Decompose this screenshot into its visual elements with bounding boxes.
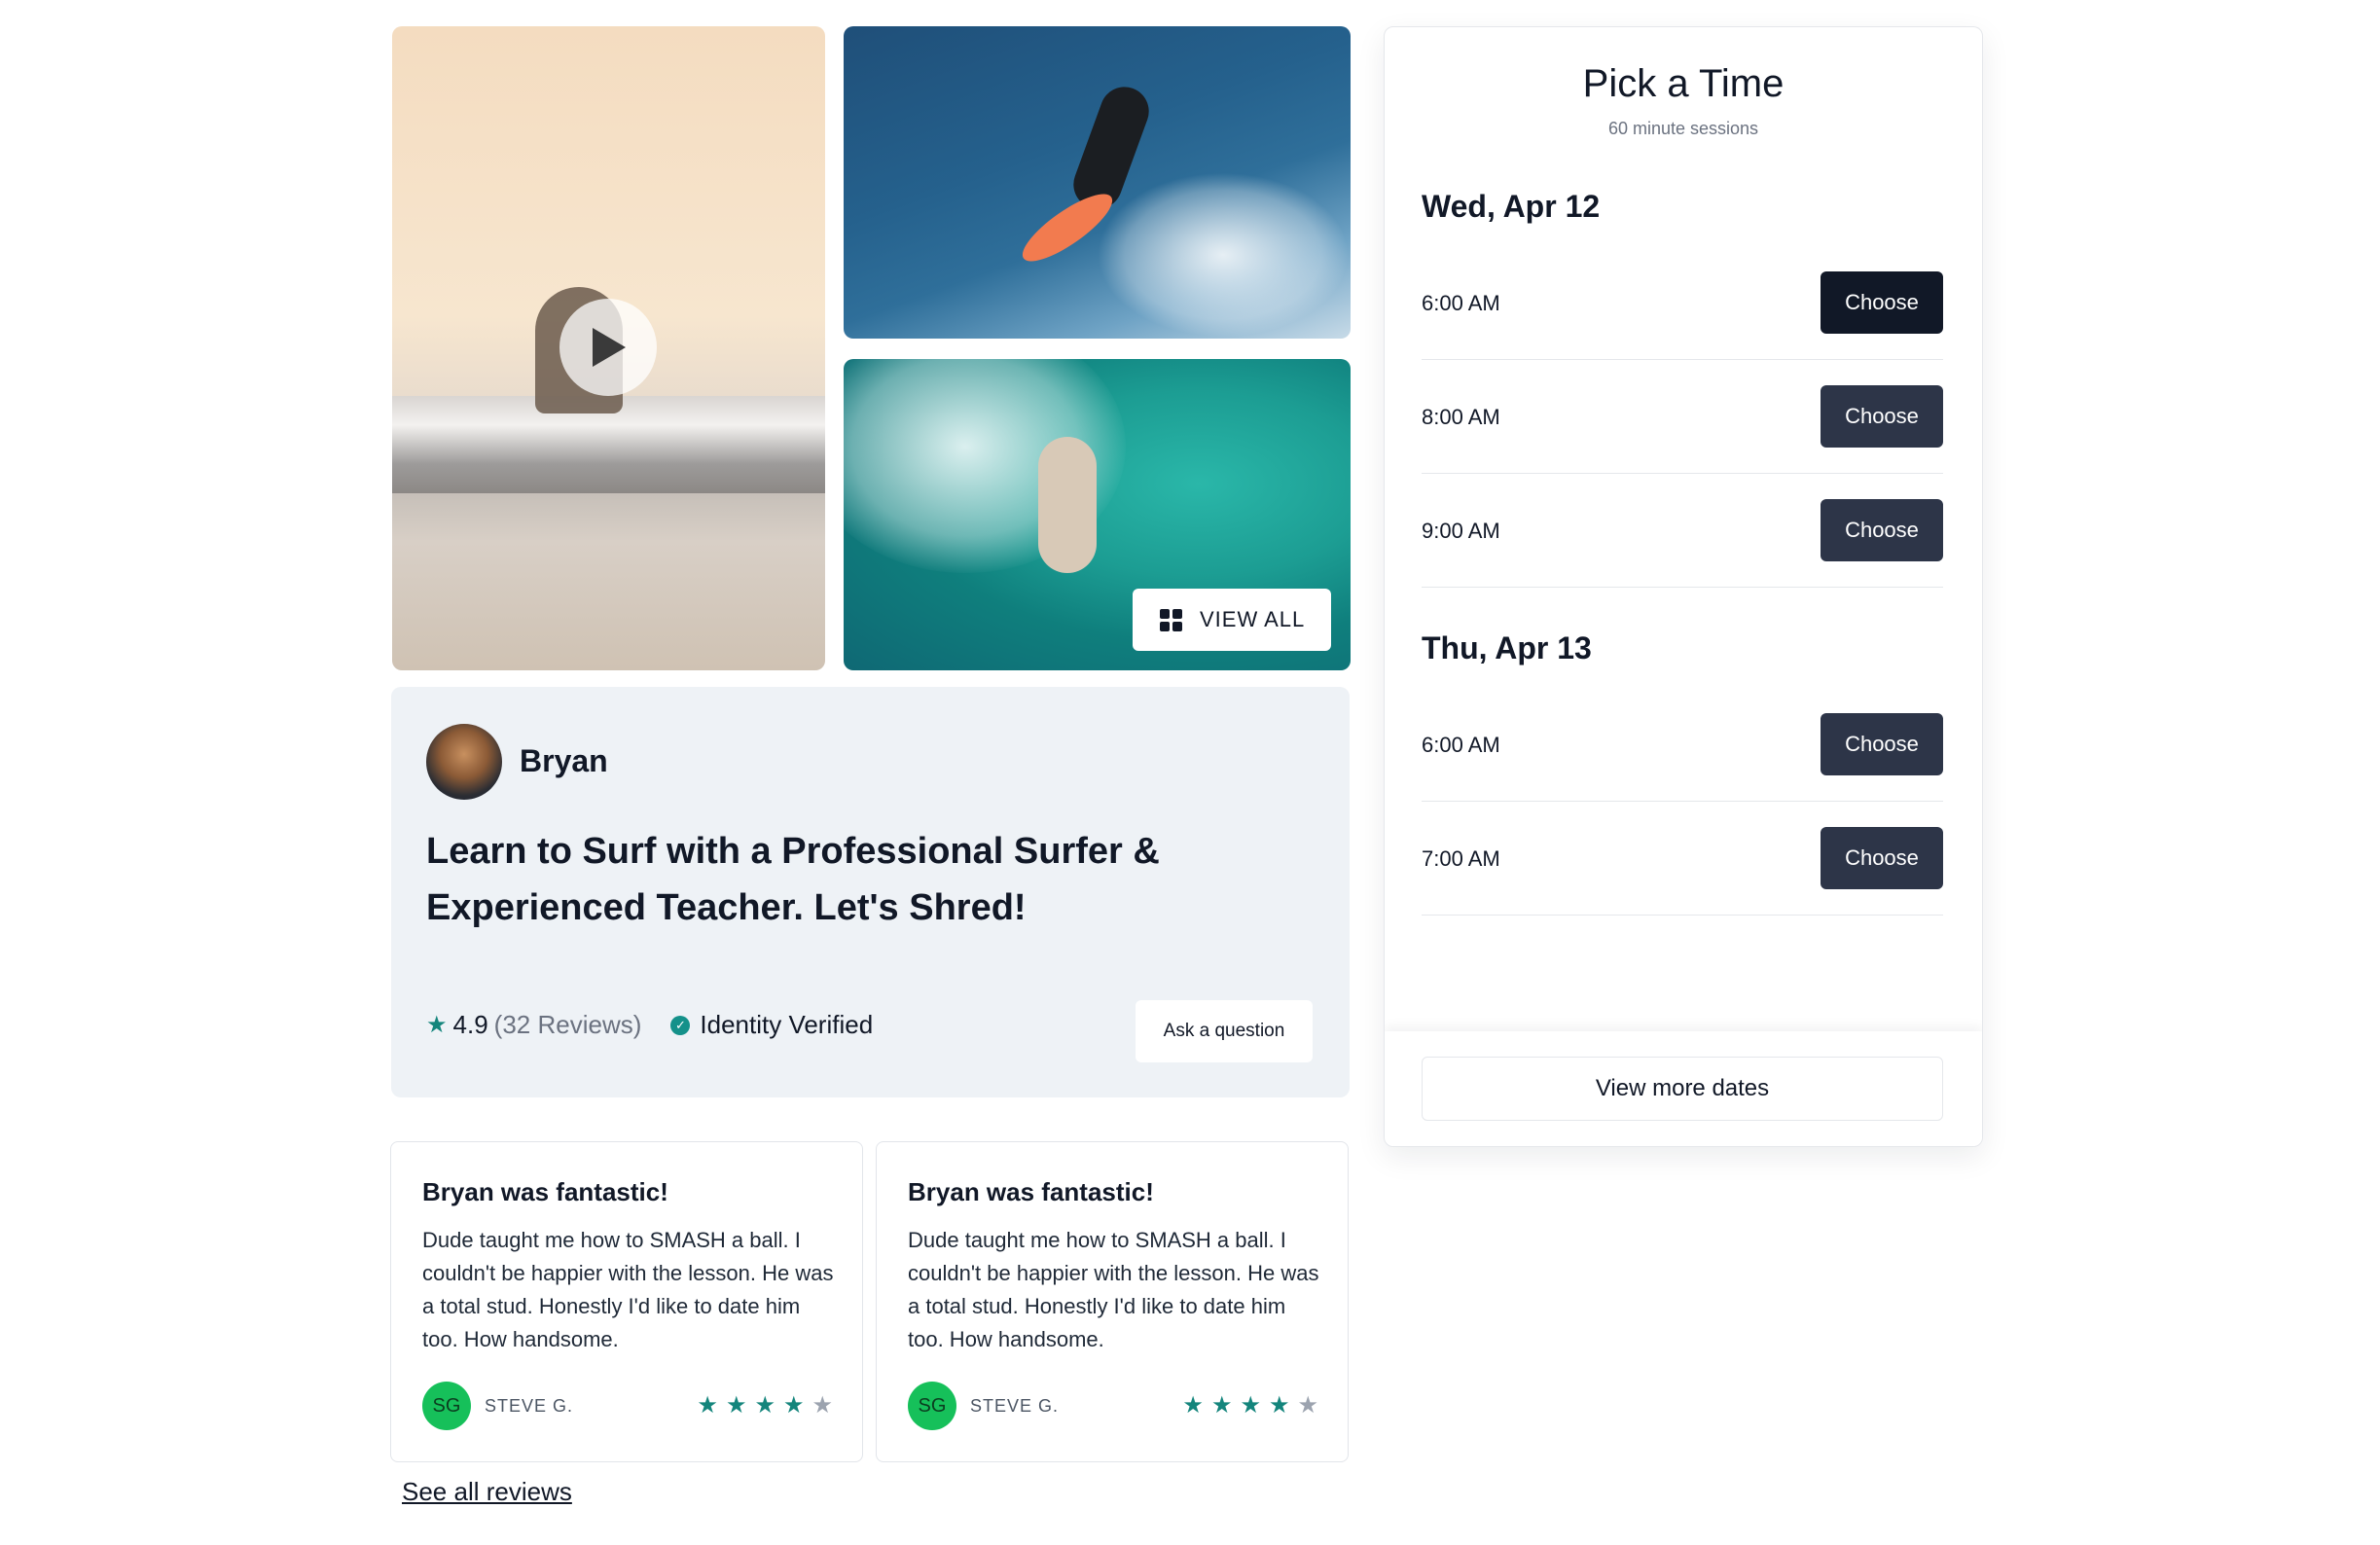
gallery-photo-2[interactable]: VIEW ALL	[844, 359, 1351, 670]
star-icon: ★	[1268, 1391, 1290, 1419]
slot-time: 6:00 AM	[1422, 733, 1500, 757]
reviewer: SG STEVE G.	[422, 1382, 573, 1430]
panel-subtitle: 60 minute sessions	[1607, 119, 1759, 138]
choose-button[interactable]: Choose	[1821, 499, 1943, 561]
reviewer-avatar: SG	[908, 1382, 956, 1430]
lesson-title: Learn to Surf with a Professional Surfer…	[426, 831, 1160, 928]
review-card: Bryan was fantastic! Dude taught me how …	[390, 1141, 863, 1462]
reviews-count[interactable]: (32 Reviews)	[494, 1010, 642, 1040]
star-icon: ★	[754, 1391, 775, 1419]
choose-button[interactable]: Choose	[1821, 271, 1943, 334]
review-body: Dude taught me how to SMASH a ball. I co…	[908, 1228, 1319, 1351]
view-all-button[interactable]: VIEW ALL	[1133, 589, 1331, 651]
video-thumbnail[interactable]	[392, 26, 825, 670]
host-name: Bryan	[520, 743, 608, 778]
star-icon: ★	[426, 1012, 448, 1038]
photo-gallery: VIEW ALL	[392, 26, 1351, 670]
slot-time: 6:00 AM	[1422, 291, 1500, 315]
star-icon: ★	[697, 1391, 718, 1419]
star-icon: ★	[782, 1391, 805, 1419]
review-card: Bryan was fantastic! Dude taught me how …	[876, 1141, 1349, 1462]
time-slot: 8:00 AM Choose	[1422, 361, 1943, 474]
see-all-reviews-link[interactable]: See all reviews	[402, 1477, 572, 1507]
view-all-label: VIEW ALL	[1200, 607, 1306, 631]
slot-time: 8:00 AM	[1422, 405, 1500, 429]
reviewer-name: STEVE G.	[970, 1395, 1060, 1416]
choose-button[interactable]: Choose	[1821, 385, 1943, 448]
time-slot: 6:00 AM Choose	[1422, 689, 1943, 802]
gallery-photo-1[interactable]	[844, 26, 1351, 339]
star-icon: ★	[1210, 1391, 1233, 1419]
booking-panel: Pick a Time 60 minute sessions Wed, Apr …	[1384, 26, 1983, 1147]
choose-button[interactable]: Choose	[1821, 827, 1943, 889]
host-meta: ★ 4.9 (32 Reviews) ✓ Identity Verified	[426, 1010, 873, 1040]
review-title: Bryan was fantastic!	[908, 1177, 1154, 1206]
review-stars: ★ ★ ★ ★ ★	[697, 1393, 833, 1417]
slot-time: 7:00 AM	[1422, 846, 1500, 871]
identity-verified: ✓ Identity Verified	[670, 1010, 873, 1040]
review-body: Dude taught me how to SMASH a ball. I co…	[422, 1228, 834, 1351]
choose-button[interactable]: Choose	[1821, 713, 1943, 775]
play-icon	[593, 328, 626, 367]
day-heading: Thu, Apr 13	[1422, 630, 1592, 665]
verified-label: Identity Verified	[700, 1010, 874, 1039]
rating-value: 4.9	[452, 1010, 488, 1039]
star-icon: ★	[1297, 1391, 1318, 1419]
reviewer: SG STEVE G.	[908, 1382, 1059, 1430]
grid-icon	[1160, 608, 1182, 631]
play-button[interactable]	[559, 299, 657, 396]
view-more-dates-button[interactable]: View more dates	[1422, 1057, 1943, 1121]
panel-title: Pick a Time	[1582, 62, 1785, 105]
panel-footer: View more dates	[1385, 1031, 1982, 1146]
star-icon: ★	[1182, 1391, 1204, 1419]
star-icon: ★	[811, 1391, 833, 1419]
review-title: Bryan was fantastic!	[422, 1177, 668, 1206]
reviewer-name: STEVE G.	[485, 1395, 574, 1416]
time-slot: 6:00 AM Choose	[1422, 247, 1943, 360]
host-card: Bryan Learn to Surf with a Professional …	[391, 687, 1350, 1097]
review-stars: ★ ★ ★ ★ ★	[1182, 1393, 1318, 1417]
ask-question-button[interactable]: Ask a question	[1136, 1000, 1313, 1062]
time-slot: 7:00 AM Choose	[1422, 803, 1943, 916]
time-slot: 9:00 AM Choose	[1422, 475, 1943, 588]
check-badge-icon: ✓	[670, 1015, 691, 1035]
host-avatar	[426, 724, 502, 800]
slot-time: 9:00 AM	[1422, 519, 1500, 543]
reviewer-avatar: SG	[422, 1382, 471, 1430]
star-icon: ★	[1240, 1391, 1261, 1419]
day-heading: Wed, Apr 12	[1422, 189, 1601, 224]
star-icon: ★	[725, 1391, 747, 1419]
